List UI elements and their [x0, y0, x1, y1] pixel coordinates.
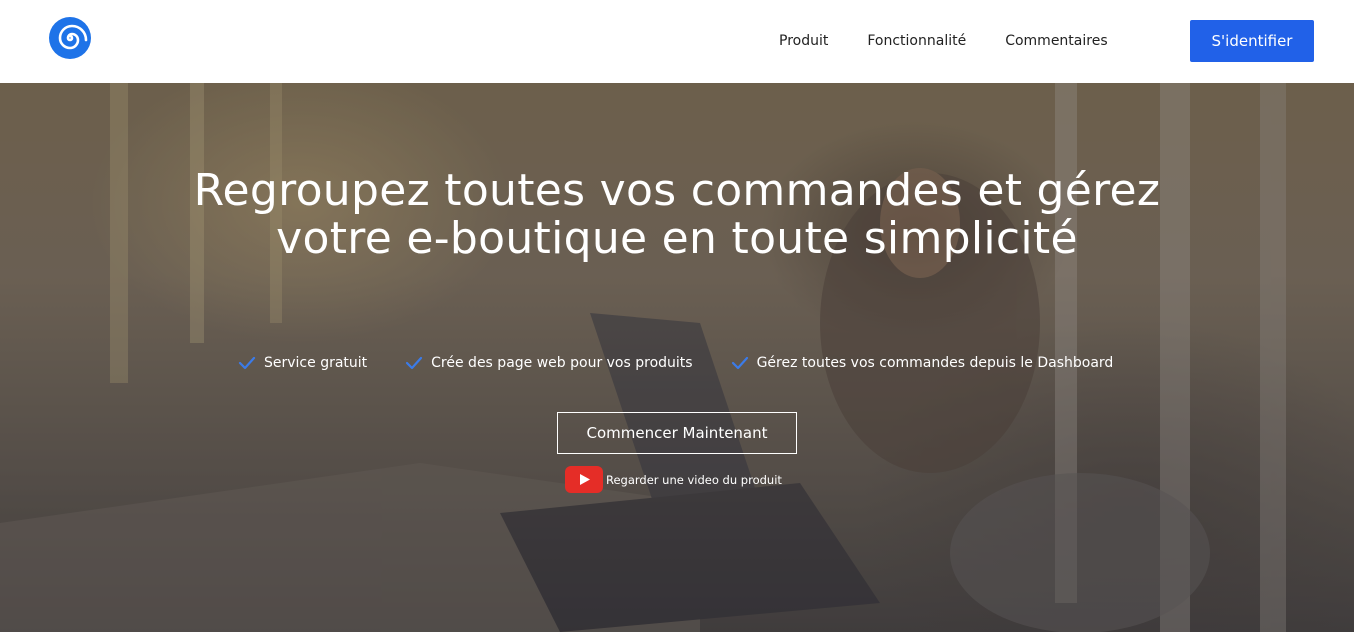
feature-item: Service gratuit	[238, 354, 367, 372]
watch-video-label: Regarder une video du produit	[606, 472, 782, 487]
check-icon	[731, 356, 748, 370]
youtube-play-icon	[565, 466, 603, 493]
feature-label: Service gratuit	[264, 355, 368, 371]
nav-item-produit[interactable]: Produit	[779, 32, 828, 50]
start-now-button[interactable]: Commencer Maintenant	[557, 412, 797, 454]
feature-item: Gérez toutes vos commandes depuis le Das…	[731, 354, 1114, 372]
nav-item-commentaires[interactable]: Commentaires	[1005, 32, 1107, 50]
hero-section: Regroupez toutes vos commandes et gérez …	[0, 83, 1354, 632]
watch-video-link[interactable]: Regarder une video du produit	[565, 466, 782, 493]
signin-button[interactable]: S'identifier	[1190, 20, 1314, 62]
feature-list: Service gratuit Crée des page web pour v…	[238, 354, 1113, 372]
hero-title: Regroupez toutes vos commandes et gérez …	[193, 165, 1161, 264]
check-icon	[238, 356, 256, 370]
nav-item-fonctionnalite[interactable]: Fonctionnalité	[867, 32, 966, 50]
top-navbar: Produit Fonctionnalité Commentaires S'id…	[0, 0, 1354, 83]
feature-label: Crée des page web pour vos produits	[431, 355, 693, 371]
main-nav: Produit Fonctionnalité Commentaires	[779, 32, 1108, 50]
spiral-logo-icon[interactable]	[48, 16, 92, 60]
feature-label: Gérez toutes vos commandes depuis le Das…	[756, 355, 1114, 371]
check-icon	[406, 356, 423, 370]
feature-item: Crée des page web pour vos produits	[405, 354, 693, 372]
